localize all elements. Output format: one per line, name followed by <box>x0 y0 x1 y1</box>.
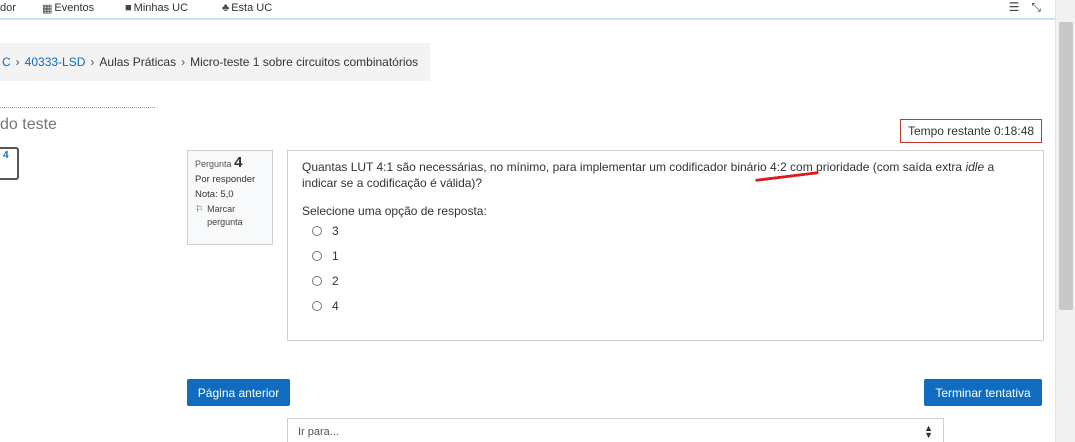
page-scrollbar[interactable] <box>1055 0 1075 442</box>
question-content: Quantas LUT 4:1 são necessárias, no míni… <box>287 150 1044 341</box>
breadcrumb-item-course[interactable]: 40333-LSD <box>25 55 86 69</box>
finish-attempt-button[interactable]: Terminar tentativa <box>924 379 1042 406</box>
radio-button[interactable] <box>312 275 322 286</box>
answer-option[interactable]: 3 <box>312 218 1029 243</box>
select-arrows-icon: ▲ ▼ <box>924 423 933 440</box>
nav-item-my-courses[interactable]: ■ Minhas UC <box>125 0 188 16</box>
question-text-emphasis: idle <box>965 160 985 174</box>
collapse-icon[interactable]: ⤡ <box>1031 0 1041 15</box>
radio-button[interactable] <box>312 225 322 236</box>
nav-item-label: dor <box>0 2 16 14</box>
breadcrumb-item-partial[interactable]: C <box>2 55 11 69</box>
answer-options: 3 1 2 4 <box>302 218 1029 318</box>
answer-option[interactable]: 2 <box>312 268 1029 293</box>
question-text-before: Quantas LUT 4:1 são necessárias, no míni… <box>302 160 966 174</box>
time-remaining-text: Tempo restante 0:18:48 <box>907 124 1035 138</box>
quiz-nav-question-button[interactable]: 4 <box>0 147 19 180</box>
nav-item-label: Minhas UC <box>133 2 189 14</box>
answer-option-label[interactable]: 3 <box>332 224 339 238</box>
answer-option[interactable]: 4 <box>312 293 1029 318</box>
calendar-icon: ▦ <box>42 2 53 15</box>
sitemap-icon: ♣ <box>222 2 230 14</box>
question-number: 4 <box>234 154 243 171</box>
navbar-right-icons: ☰ ⤡ <box>1009 0 1041 15</box>
breadcrumb-separator: › <box>181 55 186 69</box>
answer-option-label[interactable]: 4 <box>332 299 339 313</box>
flag-question-label: Marcar pergunta <box>207 204 243 227</box>
question-text: Quantas LUT 4:1 são necessárias, no míni… <box>302 159 1029 191</box>
briefcase-icon: ■ <box>125 2 132 14</box>
quiz-nav-question-number: 4 <box>3 150 9 161</box>
jump-to-select-value: Ir para... <box>298 426 339 438</box>
breadcrumb-item-section[interactable]: Aulas Práticas <box>99 55 176 69</box>
answer-option-label[interactable]: 2 <box>332 274 339 288</box>
nav-item-this-course[interactable]: ♣ Esta UC <box>222 0 272 16</box>
scrollbar-thumb[interactable] <box>1059 22 1073 310</box>
indent-icon[interactable]: ☰ <box>1009 0 1020 15</box>
radio-button[interactable] <box>312 250 322 261</box>
flag-icon: ⚐ <box>195 204 204 214</box>
quiz-nav-title: do teste <box>0 116 57 133</box>
breadcrumb: C › 40333-LSD › Aulas Práticas › Micro-t… <box>0 43 430 81</box>
quiz-nav-divider <box>0 107 155 108</box>
time-remaining: Tempo restante 0:18:48 <box>900 119 1042 143</box>
nav-item-label: Eventos <box>54 2 95 14</box>
breadcrumb-separator: › <box>15 55 20 69</box>
nav-item-events[interactable]: ▦ Eventos <box>42 0 94 16</box>
question-status: Por responder <box>195 174 256 185</box>
question-info-box: Pergunta 4 Por responder Nota: 5,0 ⚐ Mar… <box>187 150 273 245</box>
radio-button[interactable] <box>312 300 322 311</box>
top-navbar: dor ▦ Eventos ■ Minhas UC ♣ Esta UC ☰ ⤡ <box>0 0 1055 20</box>
nav-item-dashboard[interactable]: dor <box>0 0 16 16</box>
breadcrumb-item-quiz[interactable]: Micro-teste 1 sobre circuitos combinatór… <box>190 55 418 69</box>
question-label: Pergunta <box>195 159 232 169</box>
nav-item-label: Esta UC <box>231 2 273 14</box>
flag-question-button[interactable]: ⚐ Marcar pergunta <box>195 203 265 229</box>
answer-prompt: Selecione uma opção de resposta: <box>302 204 487 218</box>
answer-option-label[interactable]: 1 <box>332 249 339 263</box>
jump-to-select[interactable]: Ir para... ▲ ▼ <box>287 418 944 442</box>
question-grade: Nota: 5,0 <box>195 189 234 200</box>
breadcrumb-separator: › <box>90 55 95 69</box>
previous-page-button[interactable]: Página anterior <box>187 379 290 406</box>
answer-option[interactable]: 1 <box>312 243 1029 268</box>
